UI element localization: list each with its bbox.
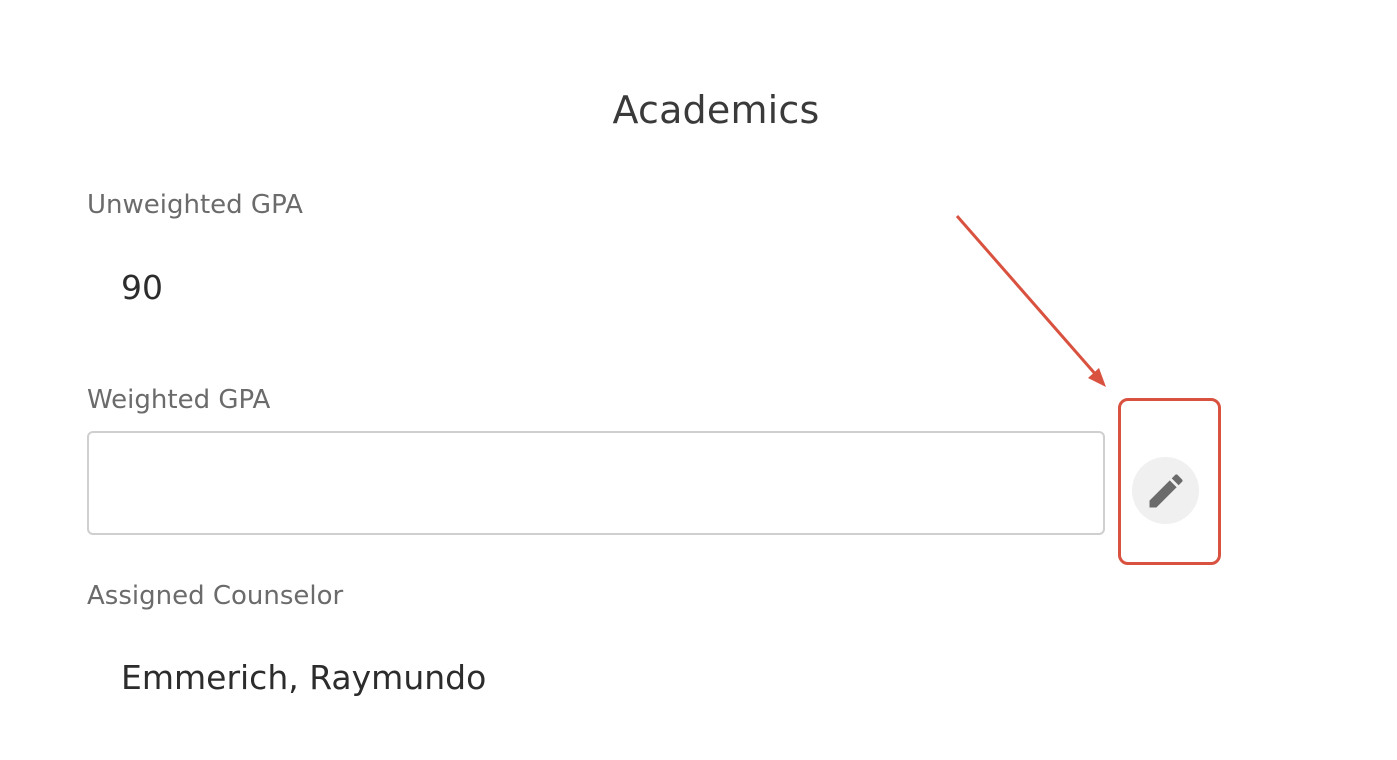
assigned-counselor-label: Assigned Counselor <box>87 581 344 611</box>
unweighted-gpa-value: 90 <box>121 268 163 307</box>
weighted-gpa-label: Weighted GPA <box>87 385 271 415</box>
pencil-icon <box>1144 469 1188 513</box>
weighted-gpa-input[interactable] <box>87 431 1105 535</box>
section-title: Academics <box>612 88 820 132</box>
assigned-counselor-value: Emmerich, Raymundo <box>121 658 487 697</box>
academics-panel: Academics Unweighted GPA 90 Weighted GPA… <box>0 0 1397 760</box>
edit-weighted-gpa-button[interactable] <box>1132 457 1199 524</box>
unweighted-gpa-label: Unweighted GPA <box>87 190 303 220</box>
